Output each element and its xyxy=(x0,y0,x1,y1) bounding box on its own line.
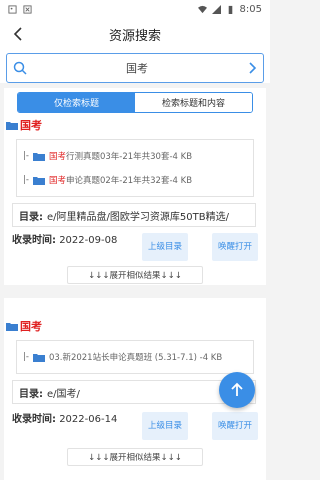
file-list: |- 03.新2021站长申论真题班 (5.31-7.1) -4 KB xyxy=(16,340,254,374)
expand-similar-button[interactable]: ↓↓↓展开相似结果↓↓↓ xyxy=(67,448,203,466)
wifi-icon xyxy=(197,5,207,13)
folder-icon xyxy=(6,121,18,130)
result-title[interactable]: 国考 xyxy=(6,318,266,334)
folder-icon xyxy=(32,176,45,185)
meta-row: 收录时间: 2022-09-08 上级目录 唤醒打开 xyxy=(12,233,258,261)
tab-title-and-content[interactable]: 检索标题和内容 xyxy=(135,93,252,112)
chevron-right-icon[interactable] xyxy=(247,61,257,75)
folder-icon xyxy=(32,152,45,161)
search-icon xyxy=(13,61,27,75)
arrow-up-icon xyxy=(231,382,243,396)
toolbar: 资源搜索 xyxy=(0,18,270,50)
status-time: 8:05 xyxy=(239,3,262,15)
open-button[interactable]: 唤醒打开 xyxy=(212,233,258,261)
expand-similar-button[interactable]: ↓↓↓展开相似结果↓↓↓ xyxy=(67,266,203,284)
image-notification-icon xyxy=(8,4,17,14)
list-item[interactable]: |- 国考行测真题03年-21年共30套-4 KB xyxy=(23,144,247,168)
open-button[interactable]: 唤醒打开 xyxy=(212,412,258,440)
battery-icon xyxy=(228,5,232,14)
result-title[interactable]: 国考 xyxy=(6,117,266,133)
meta-row: 收录时间: 2022-06-14 上级目录 唤醒打开 xyxy=(12,412,258,440)
list-item[interactable]: |- 03.新2021站长申论真题班 (5.31-7.1) -4 KB xyxy=(23,345,247,369)
search-query: 国考 xyxy=(126,62,148,75)
search-area: 国考 xyxy=(0,50,270,83)
tab-title-only[interactable]: 仅检索标题 xyxy=(18,93,135,112)
scroll-top-button[interactable] xyxy=(219,372,255,408)
search-input[interactable]: 国考 xyxy=(6,53,264,83)
page-title: 资源搜索 xyxy=(108,28,161,44)
back-button[interactable] xyxy=(8,24,28,44)
back-arrow-icon xyxy=(13,27,22,41)
collected-time: 收录时间: 2022-06-14 xyxy=(12,414,118,425)
folder-icon xyxy=(32,353,45,362)
collected-time: 收录时间: 2022-09-08 xyxy=(12,235,118,246)
signal-icon xyxy=(211,4,221,14)
folder-icon xyxy=(6,322,18,331)
result-card: 仅检索标题 检索标题和内容 国考 |- 国考行测真题03年-21年共30套-4 … xyxy=(4,88,266,285)
status-bar: 8:05 xyxy=(0,0,270,18)
search-mode-toggle: 仅检索标题 检索标题和内容 xyxy=(17,92,253,113)
notification-box-icon xyxy=(23,4,32,14)
list-item[interactable]: |- 国考申论真题02年-21年共32套-4 KB xyxy=(23,168,247,192)
parent-dir-button[interactable]: 上级目录 xyxy=(142,233,188,261)
directory-path: 目录: e/阿里精品盘/图欧学习资源库50TB精选/ xyxy=(12,203,256,227)
file-list: |- 国考行测真题03年-21年共30套-4 KB |- 国考申论真题02年-2… xyxy=(16,139,254,197)
parent-dir-button[interactable]: 上级目录 xyxy=(142,412,188,440)
